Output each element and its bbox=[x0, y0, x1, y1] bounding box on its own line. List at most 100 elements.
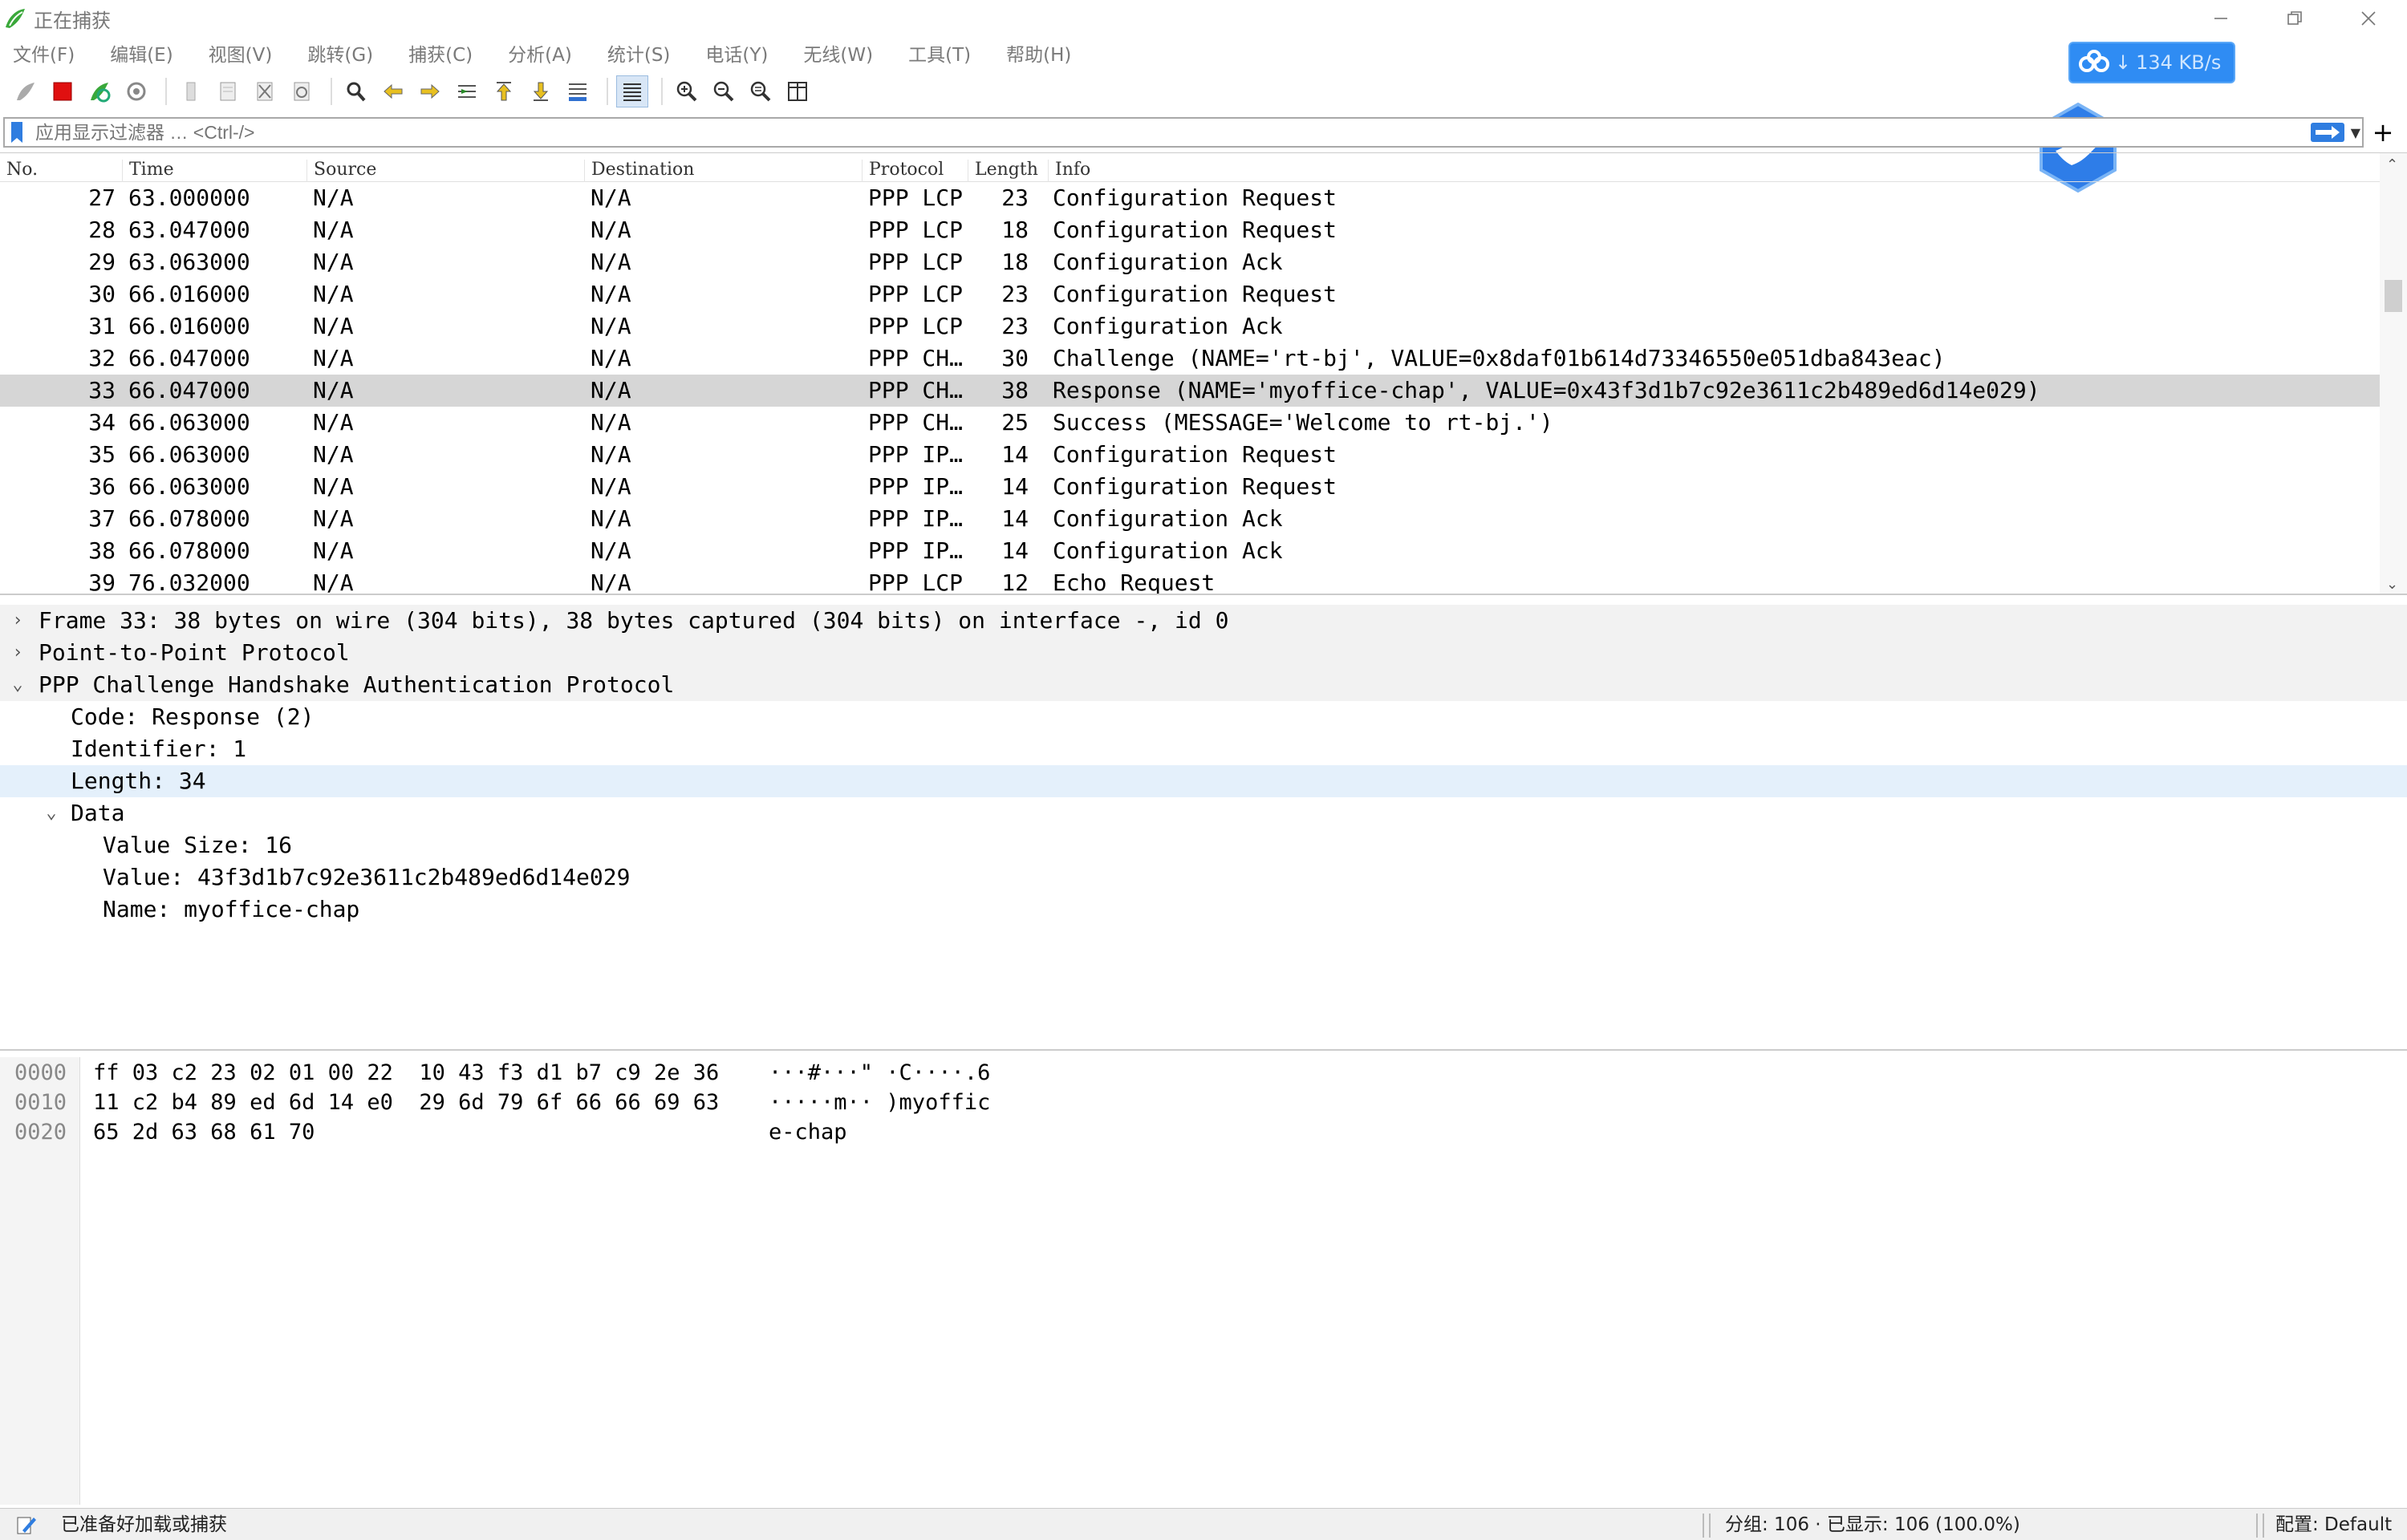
packet-row[interactable]: 38 66.078000 N/A N/A PPP IP… 14 Configuration … bbox=[0, 535, 2380, 567]
column-protocol[interactable]: Protocol bbox=[862, 160, 944, 182]
scroll-down-icon[interactable]: ⌄ bbox=[2386, 576, 2398, 593]
hex-ascii[interactable]: e-chap bbox=[769, 1118, 847, 1147]
restart-capture-icon[interactable] bbox=[83, 75, 116, 107]
packet-no: 31 bbox=[88, 313, 116, 339]
value-size[interactable]: Value Size: 16 bbox=[0, 829, 2407, 861]
chap-identifier[interactable]: Identifier: 1 bbox=[0, 733, 2407, 765]
collapse-arrow-icon[interactable]: ⌄ bbox=[42, 797, 61, 829]
packet-row[interactable]: 30 66.016000 N/A N/A PPP LCP 23 Configuration … bbox=[0, 278, 2380, 310]
title-bar: 正在捕获 bbox=[0, 0, 2407, 37]
packet-row[interactable]: 31 66.016000 N/A N/A PPP LCP 23 Configuration … bbox=[0, 310, 2380, 342]
restore-button[interactable] bbox=[2258, 0, 2332, 37]
capture-options-icon[interactable] bbox=[120, 75, 152, 107]
apply-filter-arrow-icon[interactable] bbox=[2311, 123, 2344, 142]
chap-code[interactable]: Code: Response (2) bbox=[0, 701, 2407, 733]
packet-row[interactable]: 28 63.047000 N/A N/A PPP LCP 18 Configuration … bbox=[0, 214, 2380, 246]
start-capture-icon[interactable] bbox=[10, 75, 42, 107]
go-back-icon[interactable] bbox=[377, 75, 409, 107]
packet-length: 25 bbox=[1001, 409, 1029, 436]
display-filter-input[interactable] bbox=[35, 120, 2282, 145]
expand-arrow-icon[interactable]: › bbox=[8, 637, 27, 669]
packet-destination: N/A bbox=[591, 441, 631, 468]
hex-bytes[interactable]: ff 03 c2 23 02 01 00 22 10 43 f3 d1 b7 c… bbox=[93, 1059, 719, 1088]
minimize-button[interactable] bbox=[2184, 0, 2258, 37]
packet-time: 63.063000 bbox=[128, 249, 250, 275]
packet-info: Configuration Request bbox=[1053, 184, 1337, 211]
column-no[interactable]: No. bbox=[0, 160, 38, 182]
last-packet-icon[interactable] bbox=[525, 75, 557, 107]
add-filter-button[interactable]: + bbox=[2365, 117, 2401, 148]
menu-view[interactable]: 视图(V) bbox=[209, 39, 273, 67]
find-packet-icon[interactable] bbox=[340, 75, 372, 107]
zoom-out-icon[interactable] bbox=[708, 75, 740, 107]
column-time[interactable]: Time bbox=[122, 160, 174, 182]
resize-columns-icon[interactable] bbox=[781, 75, 814, 107]
frame-node[interactable]: › Frame 33: 38 bytes on wire (304 bits), … bbox=[0, 605, 2407, 637]
chap-name[interactable]: Name: myoffice-chap bbox=[0, 894, 2407, 926]
packet-row[interactable]: 37 66.078000 N/A N/A PPP IP… 14 Configuration … bbox=[0, 503, 2380, 535]
chap-node[interactable]: ⌄ PPP Challenge Handshake Authentication … bbox=[0, 669, 2407, 701]
auto-scroll-icon[interactable] bbox=[562, 75, 594, 107]
packet-protocol: PPP LCP bbox=[868, 281, 964, 307]
first-packet-icon[interactable] bbox=[488, 75, 520, 107]
chap-value[interactable]: Value: 43f3d1b7c92e3611c2b489ed6d14e029 bbox=[0, 861, 2407, 894]
data-node[interactable]: ⌄ Data bbox=[0, 797, 2407, 829]
close-window-button[interactable] bbox=[2332, 0, 2405, 37]
menu-go[interactable]: 跳转(G) bbox=[307, 39, 373, 67]
packet-row[interactable]: 32 66.047000 N/A N/A PPP CH… 30 Challenge (NAM… bbox=[0, 342, 2380, 375]
packet-row[interactable]: 35 66.063000 N/A N/A PPP IP… 14 Configuration … bbox=[0, 439, 2380, 471]
collapse-arrow-icon[interactable]: ⌄ bbox=[8, 669, 27, 701]
packet-row[interactable]: 36 66.063000 N/A N/A PPP IP… 14 Configuration … bbox=[0, 471, 2380, 503]
colorize-icon[interactable] bbox=[616, 75, 648, 107]
column-info[interactable]: Info bbox=[1048, 160, 1090, 182]
packet-row[interactable]: 29 63.063000 N/A N/A PPP LCP 18 Configuration … bbox=[0, 246, 2380, 278]
menu-edit[interactable]: 编辑(E) bbox=[110, 39, 173, 67]
expand-arrow-icon[interactable]: › bbox=[8, 605, 27, 637]
menu-capture[interactable]: 捕获(C) bbox=[408, 39, 473, 67]
normal-size-icon[interactable] bbox=[745, 75, 777, 107]
reload-file-icon[interactable] bbox=[286, 75, 318, 107]
menu-wireless[interactable]: 无线(W) bbox=[803, 39, 873, 67]
menu-analyze[interactable]: 分析(A) bbox=[508, 39, 572, 67]
packet-row[interactable]: 34 66.063000 N/A N/A PPP CH… 25 Success (MESSA… bbox=[0, 407, 2380, 439]
stop-capture-icon[interactable] bbox=[47, 75, 79, 107]
network-speed-widget[interactable]: ↓ 134 KB/s bbox=[2068, 42, 2235, 83]
scroll-up-icon[interactable]: ⌃ bbox=[2386, 156, 2398, 173]
packet-count-text: 分组: 106 · 已显示: 106 (100.0%) bbox=[1725, 1514, 2020, 1535]
menu-help[interactable]: 帮助(H) bbox=[1006, 39, 1071, 67]
packet-row[interactable]: 33 66.047000 N/A N/A PPP CH… 38 Response (NAME… bbox=[0, 375, 2380, 407]
profile-text[interactable]: 配置: Default bbox=[2275, 1509, 2392, 1540]
expert-info-icon[interactable] bbox=[14, 1509, 39, 1540]
packet-destination: N/A bbox=[591, 313, 631, 339]
column-length[interactable]: Length bbox=[968, 160, 1038, 182]
close-file-icon[interactable] bbox=[249, 75, 281, 107]
packet-row[interactable]: 27 63.000000 N/A N/A PPP LCP 23 Configuration … bbox=[0, 182, 2380, 214]
chap-length[interactable]: Length: 34 bbox=[0, 765, 2407, 797]
save-file-icon[interactable] bbox=[212, 75, 244, 107]
zoom-in-icon[interactable] bbox=[671, 75, 703, 107]
open-file-icon[interactable] bbox=[175, 75, 207, 107]
packet-list-scrollbar[interactable]: ⌃ ⌄ bbox=[2380, 153, 2407, 594]
menu-statistics[interactable]: 统计(S) bbox=[607, 39, 671, 67]
hex-ascii[interactable]: ···#···" ·C····.6 bbox=[769, 1059, 990, 1088]
packet-protocol: PPP LCP bbox=[868, 249, 964, 275]
menu-telephony[interactable]: 电话(Y) bbox=[705, 39, 768, 67]
filter-dropdown-icon[interactable]: ▼ bbox=[2351, 125, 2360, 140]
packet-length: 18 bbox=[1001, 249, 1029, 275]
bookmark-icon[interactable] bbox=[10, 120, 24, 144]
scrollbar-thumb[interactable] bbox=[2385, 280, 2402, 312]
ppp-node[interactable]: › Point-to-Point Protocol bbox=[0, 637, 2407, 669]
packet-row[interactable]: 39 76.032000 N/A N/A PPP LCP 12 Echo Request bbox=[0, 567, 2380, 594]
hex-ascii[interactable]: ·····m·· )myoffic bbox=[769, 1088, 990, 1117]
packet-info: Configuration Ack bbox=[1053, 313, 1283, 339]
packet-source: N/A bbox=[313, 184, 354, 211]
column-destination[interactable]: Destination bbox=[584, 160, 694, 182]
go-to-packet-icon[interactable] bbox=[451, 75, 483, 107]
column-source[interactable]: Source bbox=[306, 160, 376, 182]
menu-tools[interactable]: 工具(T) bbox=[908, 39, 971, 67]
packet-info: Configuration Request bbox=[1053, 281, 1337, 307]
menu-file[interactable]: 文件(F) bbox=[13, 39, 75, 67]
hex-bytes[interactable]: 11 c2 b4 89 ed 6d 14 e0 29 6d 79 6f 66 6… bbox=[93, 1088, 719, 1117]
hex-bytes[interactable]: 65 2d 63 68 61 70 bbox=[93, 1118, 315, 1147]
go-forward-icon[interactable] bbox=[414, 75, 446, 107]
